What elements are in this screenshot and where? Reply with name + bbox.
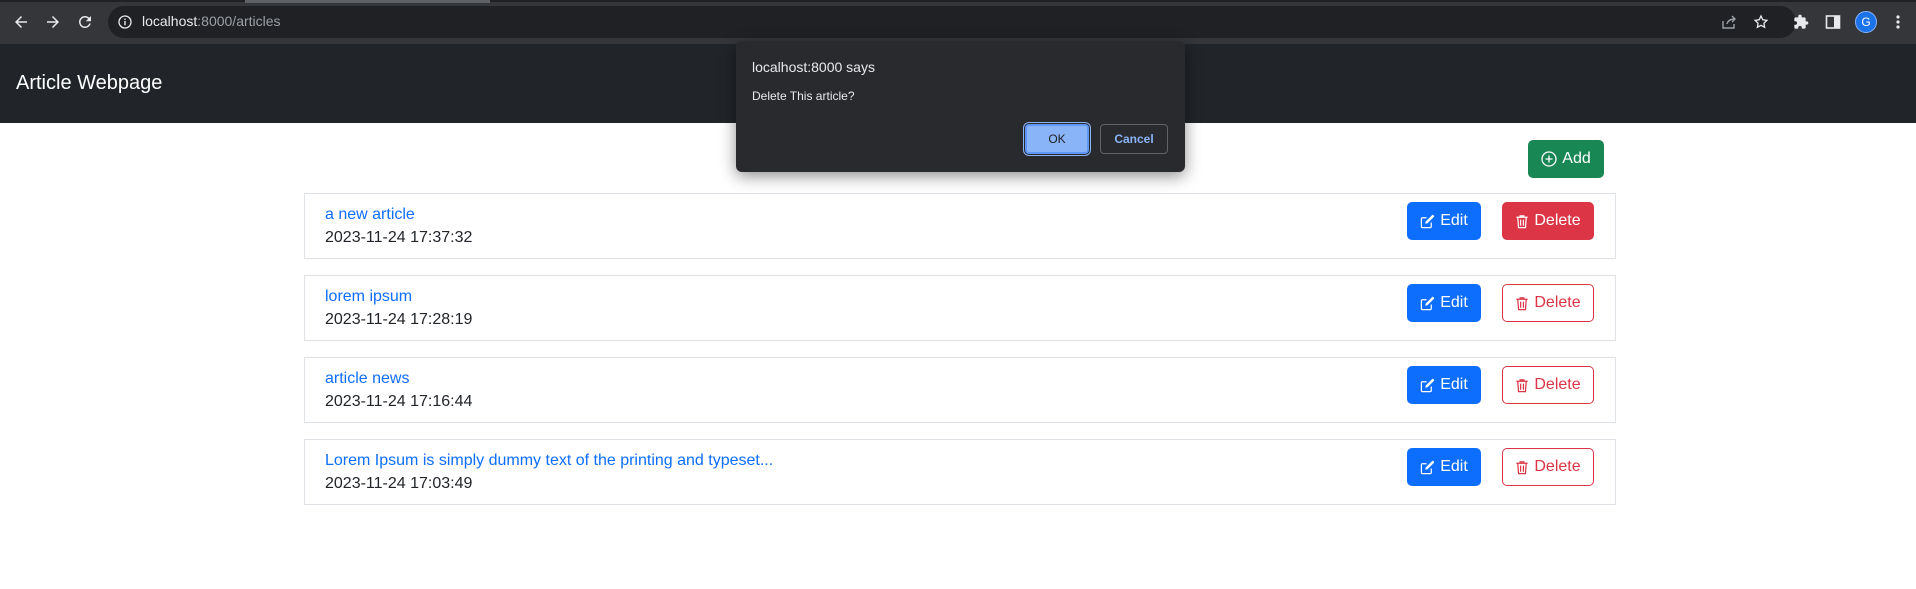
article-date: 2023-11-24 17:16:44 — [325, 393, 473, 410]
plus-circle-icon — [1541, 151, 1557, 167]
pencil-square-icon — [1420, 460, 1435, 475]
article-title-link[interactable]: a new article — [325, 206, 415, 224]
article-title-link[interactable]: lorem ipsum — [325, 288, 412, 306]
active-tab-indicator — [245, 0, 490, 3]
trash-icon — [1515, 296, 1529, 311]
delete-button[interactable]: Delete — [1502, 366, 1594, 404]
dialog-message: Delete This article? — [752, 89, 855, 103]
dialog-title: localhost:8000 says — [752, 59, 875, 75]
article-date: 2023-11-24 17:28:19 — [325, 311, 473, 328]
address-bar[interactable] — [108, 6, 1796, 38]
delete-button[interactable]: Delete — [1502, 448, 1594, 486]
arrow-left-icon[interactable] — [9, 10, 33, 34]
url-path: :8000/articles — [197, 13, 281, 29]
star-icon[interactable] — [1751, 12, 1771, 32]
add-button-label: Add — [1562, 150, 1591, 167]
edit-button[interactable]: Edit — [1407, 366, 1481, 404]
kebab-menu-icon[interactable] — [1888, 12, 1908, 32]
trash-icon — [1515, 214, 1529, 229]
confirm-dialog: localhost:8000 says Delete This article?… — [736, 41, 1185, 172]
url-host: localhost — [142, 13, 198, 29]
pencil-square-icon — [1420, 378, 1435, 393]
url-text[interactable]: localhost:8000/articles — [142, 13, 281, 29]
side-panel-icon[interactable] — [1823, 12, 1843, 32]
edit-button[interactable]: Edit — [1407, 202, 1481, 240]
article-card: lorem ipsum 2023-11-24 17:28:19 Edit Del… — [304, 275, 1616, 341]
delete-button-label: Delete — [1534, 376, 1581, 393]
edit-button-label: Edit — [1440, 376, 1468, 393]
avatar[interactable]: G — [1855, 11, 1877, 33]
trash-icon — [1515, 460, 1529, 475]
article-title-link[interactable]: Lorem Ipsum is simply dummy text of the … — [325, 452, 773, 470]
pencil-square-icon — [1420, 296, 1435, 311]
delete-button-label: Delete — [1534, 458, 1581, 475]
ok-button[interactable]: OK — [1025, 124, 1089, 154]
article-title-link[interactable]: article news — [325, 370, 409, 388]
delete-button-label: Delete — [1534, 294, 1581, 311]
edit-button-label: Edit — [1440, 212, 1468, 229]
article-card: a new article 2023-11-24 17:37:32 Edit D… — [304, 193, 1616, 259]
delete-button[interactable]: Delete — [1502, 284, 1594, 322]
add-article-button[interactable]: Add — [1528, 140, 1604, 178]
navbar-brand[interactable]: Article Webpage — [16, 72, 162, 95]
edit-button-label: Edit — [1440, 294, 1468, 311]
article-date: 2023-11-24 17:37:32 — [325, 229, 473, 246]
pencil-square-icon — [1420, 214, 1435, 229]
puzzle-icon[interactable] — [1791, 12, 1811, 32]
arrow-right-icon[interactable] — [41, 10, 65, 34]
article-date: 2023-11-24 17:03:49 — [325, 475, 473, 492]
edit-button-label: Edit — [1440, 458, 1468, 475]
info-icon[interactable] — [118, 15, 132, 29]
reload-icon[interactable] — [73, 10, 97, 34]
delete-button-label: Delete — [1534, 212, 1581, 229]
avatar-initial: G — [1861, 15, 1871, 29]
edit-button[interactable]: Edit — [1407, 284, 1481, 322]
article-card: article news 2023-11-24 17:16:44 Edit De… — [304, 357, 1616, 423]
delete-button[interactable]: Delete — [1502, 202, 1594, 240]
edit-button[interactable]: Edit — [1407, 448, 1481, 486]
share-icon[interactable] — [1719, 12, 1739, 32]
cancel-button[interactable]: Cancel — [1100, 124, 1168, 154]
trash-icon — [1515, 378, 1529, 393]
article-card: Lorem Ipsum is simply dummy text of the … — [304, 439, 1616, 505]
